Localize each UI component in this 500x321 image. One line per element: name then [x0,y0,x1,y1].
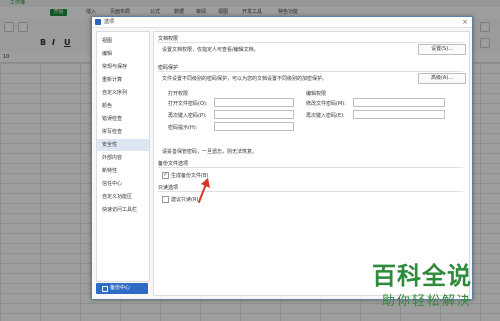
red-arrow-annotation [198,178,210,203]
close-icon[interactable]: × [462,17,468,27]
backup-center-button[interactable]: 备份中心 [96,283,148,294]
divider [158,167,463,168]
open-password-label: 打开文件密码(O): [168,101,208,107]
nav-edit[interactable]: 编辑 [97,48,149,60]
password-hint-label: 密码提示(H): [168,125,198,131]
doc-permission-settings-button[interactable]: 设置(S)... [418,44,466,55]
watermark-main-text: 百科全说 [372,262,472,290]
nav-new-features[interactable]: 新特性 [97,165,149,177]
options-nav: 视图 编辑 常规与保存 重新计算 自定义序列 颜色 错误检查 拼写检查 安全性 … [96,31,150,282]
password-title: 密码保护 [158,65,179,71]
watermark-logo: 百科全说 助你轻松解决 [372,256,490,316]
password-desc: 文件设置不同级别的密码保护，可以为您的文档设置不同级别的加密保护。 [162,76,328,82]
nav-custom-ribbon[interactable]: 自定义功能区 [97,191,149,203]
backup-options-title: 备份文件选项 [158,161,189,167]
nav-color[interactable]: 颜色 [97,100,149,112]
nav-trust-center[interactable]: 信任中心 [97,178,149,190]
edit-password-confirm-input[interactable] [353,110,445,119]
nav-custom-list[interactable]: 自定义序列 [97,87,149,99]
nav-recalc[interactable]: 重新计算 [97,74,149,86]
doc-permission-title: 文档权限 [158,36,179,42]
nav-external-content[interactable]: 外部内容 [97,152,149,164]
backup-center-label: 备份中心 [110,285,131,291]
divider [158,42,463,43]
dialog-header: 选项 × [92,17,472,28]
open-password-confirm-label: 再次键入密码(P): [168,113,207,119]
dialog-title: 选项 [104,19,115,25]
password-advanced-button[interactable]: 高级(A)... [418,73,466,84]
edit-password-label: 修改文件密码(M): [306,101,346,107]
open-password-input[interactable] [214,98,294,107]
nav-quick-access[interactable]: 快速访问工具栏 [97,204,149,216]
password-hint-input[interactable] [214,122,294,131]
open-permission-title: 打开权限 [168,91,189,97]
nav-spell-check[interactable]: 拼写检查 [97,126,149,138]
divider [158,71,463,72]
nav-general-save[interactable]: 常规与保存 [97,61,149,73]
nav-security[interactable]: 安全性 [97,139,149,151]
nav-error-check[interactable]: 错误检查 [97,113,149,125]
doc-permission-desc: 设置文档权限，仅指定人可查看/编辑文档。 [162,47,259,53]
password-warning: 请妥善保管密码，一旦遗忘，则无法恢复。 [162,149,258,155]
app-logo-icon [95,19,101,25]
readonly-options-title: 只读选项 [158,185,179,191]
backup-icon [102,286,108,292]
suggest-readonly-label: 建议只读(R) [171,197,199,203]
open-password-confirm-input[interactable] [214,110,294,119]
edit-password-confirm-label: 再次键入密码(E): [306,113,345,119]
edit-password-input[interactable] [353,98,445,107]
nav-view[interactable]: 视图 [97,35,149,47]
suggest-readonly-checkbox[interactable] [162,196,169,203]
watermark-sub-text: 助你轻松解决 [382,294,473,309]
generate-backup-checkbox[interactable] [162,171,169,179]
edit-permission-title: 编辑权限 [306,91,327,97]
